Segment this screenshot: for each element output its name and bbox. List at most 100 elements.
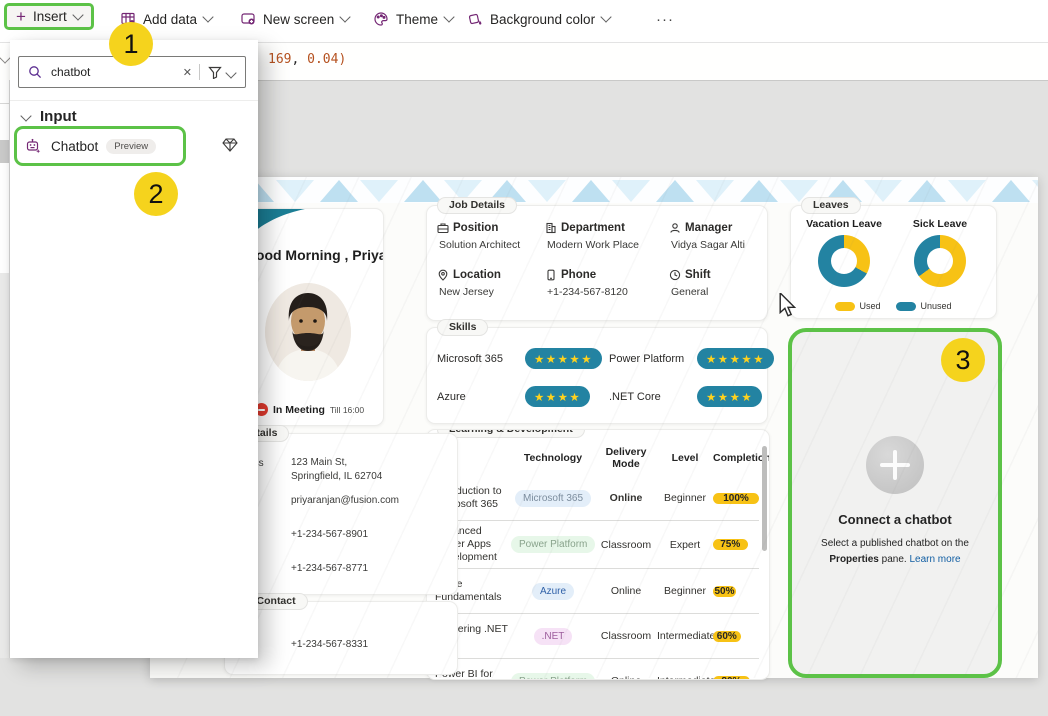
star-rating: ★★★★ (697, 386, 762, 407)
completion-bar: 100% (713, 493, 759, 504)
table-header: Title Technology Delivery Mode Level Com… (431, 444, 759, 476)
location-pin-icon (437, 269, 449, 281)
technology-pill: Microsoft 365 (515, 490, 591, 507)
input-section-header[interactable]: Input (22, 108, 77, 125)
skill-netcore: .NET Core ★★★★ (609, 386, 762, 407)
leaves-tab: Leaves (801, 197, 861, 214)
phone-icon (545, 269, 557, 281)
chevron-down-icon (600, 11, 611, 22)
insert-menu-button[interactable]: + Insert (4, 3, 94, 30)
job-field-manager: Manager Vidya Sagar Alti (669, 222, 765, 251)
status-until: Till 16:00 (330, 405, 364, 415)
learning-development-card: Learning & Development Title Technology … (426, 429, 770, 680)
job-field-phone: Phone +1-234-567-8120 (545, 269, 669, 298)
job-details-card: Job Details Position Solution Architect … (426, 205, 768, 321)
status-label: In Meeting (273, 404, 325, 416)
leaves-card: Leaves Vacation Leave Sick Leave Used Un… (790, 205, 997, 319)
job-field-location: Location New Jersey (437, 269, 545, 298)
completion-bar: 50% (713, 586, 759, 597)
greeting-text: Good Morning , Priyan (245, 247, 384, 263)
technology-pill: .NET (534, 628, 573, 645)
table-scrollbar[interactable] (762, 446, 767, 551)
phone2-value: +1-234-567-8771 (291, 562, 368, 576)
completion-bar: 75% (713, 539, 759, 550)
studio-toolbar: + Insert Add data New screen Theme Backg… (0, 0, 1048, 43)
mouse-cursor (778, 293, 798, 319)
completion-bar: 80% (713, 676, 759, 680)
step-3-badge: 3 (941, 338, 985, 382)
filter-chevron-icon[interactable] (225, 67, 236, 78)
contact-details-card: Contact Details Address 123 Main St,Spri… (224, 433, 458, 595)
divider (10, 100, 258, 101)
add-chatbot-plus-icon (866, 436, 924, 494)
toolbar-overflow-button[interactable]: ··· (650, 6, 680, 33)
briefcase-icon (437, 222, 449, 234)
phone1-value: +1-234-567-8901 (291, 528, 368, 542)
table-row[interactable]: Azure Fundamentals Azure Online Beginner… (431, 568, 759, 613)
star-rating: ★★★★ (525, 386, 590, 407)
app-window: Good Morning , Priyan In Meeting Till (0, 0, 1048, 716)
sick-leave-donut (914, 235, 966, 287)
search-icon (28, 65, 42, 79)
theme-menu-button[interactable]: Theme (367, 6, 459, 32)
formula-code[interactable]: 169, 0.04) (268, 52, 346, 67)
connect-chatbot-description: Select a published chatbot on the Proper… (803, 536, 987, 567)
filter-icon[interactable] (200, 66, 227, 79)
clear-search-icon[interactable]: ✕ (176, 66, 199, 79)
plus-icon: + (16, 10, 26, 24)
leaves-legend: Used Unused (791, 301, 996, 311)
collapse-chevron-icon[interactable] (20, 110, 31, 121)
person-icon (669, 222, 681, 234)
skills-card: Skills Microsoft 365 ★★★★★ Power Platfor… (426, 327, 768, 424)
vacation-leave-donut (818, 235, 870, 287)
technology-pill: Power Platform (511, 673, 595, 680)
table-row[interactable]: Power BI for Data Analysis Power Platfor… (431, 658, 759, 680)
emergency-contact-card: Emergency Contact +1-234-567-8331 (224, 601, 458, 675)
table-row[interactable]: Advanced Power Apps Development Power Pl… (431, 520, 759, 568)
used-swatch (835, 302, 855, 311)
skills-tab: Skills (437, 319, 488, 336)
star-rating: ★★★★★ (525, 348, 602, 369)
completion-bar: 60% (713, 631, 759, 642)
star-rating: ★★★★★ (697, 348, 774, 369)
step-1-badge: 1 (109, 22, 153, 66)
table-row[interactable]: Mastering .NET Core .NET Classroom Inter… (431, 613, 759, 658)
background-color-menu-button[interactable]: Background color (461, 6, 616, 32)
sick-leave-title: Sick Leave (913, 218, 967, 230)
skill-azure: Azure ★★★★ (437, 386, 590, 407)
building-icon (545, 222, 557, 234)
learning-development-tab: Learning & Development (437, 429, 585, 438)
search-input[interactable] (49, 64, 176, 80)
job-field-shift: Shift General (669, 269, 765, 298)
left-rail-edge (0, 80, 10, 658)
job-field-department: Department Modern Work Place (545, 222, 669, 251)
unused-swatch (896, 302, 916, 311)
triangle-banner (150, 177, 1038, 203)
background-color-icon (467, 11, 483, 27)
vacation-leave-title: Vacation Leave (806, 218, 882, 230)
emergency-phone-value: +1-234-567-8331 (291, 638, 368, 652)
chatbot-icon (25, 138, 42, 155)
chevron-down-icon (443, 11, 454, 22)
clock-icon (669, 269, 681, 281)
chevron-down-icon (340, 11, 351, 22)
step-2-badge: 2 (134, 172, 178, 216)
email-value: priyaranjan@fusion.com (291, 494, 399, 508)
app-canvas: Good Morning , Priyan In Meeting Till (150, 177, 1038, 678)
preview-badge: Preview (106, 139, 156, 154)
chatbot-insert-item[interactable]: Chatbot Preview (14, 126, 186, 166)
job-field-position: Position Solution Architect (437, 222, 545, 251)
new-screen-icon (240, 11, 256, 27)
connect-chatbot-title: Connect a chatbot (792, 512, 998, 527)
learn-more-link[interactable]: Learn more (909, 554, 960, 565)
address-value: 123 Main St,Springfield, IL 62704 (291, 456, 382, 483)
new-screen-menu-button[interactable]: New screen (234, 6, 355, 32)
skill-microsoft365: Microsoft 365 ★★★★★ (437, 348, 602, 369)
skill-powerplatform: Power Platform ★★★★★ (609, 348, 774, 369)
job-details-tab: Job Details (437, 197, 517, 214)
technology-pill: Power Platform (511, 536, 595, 553)
table-row[interactable]: Introduction to Microsoft 365 Microsoft … (431, 476, 759, 520)
profile-photo (265, 283, 351, 381)
theme-palette-icon (373, 11, 389, 27)
premium-diamond-icon (222, 138, 238, 152)
